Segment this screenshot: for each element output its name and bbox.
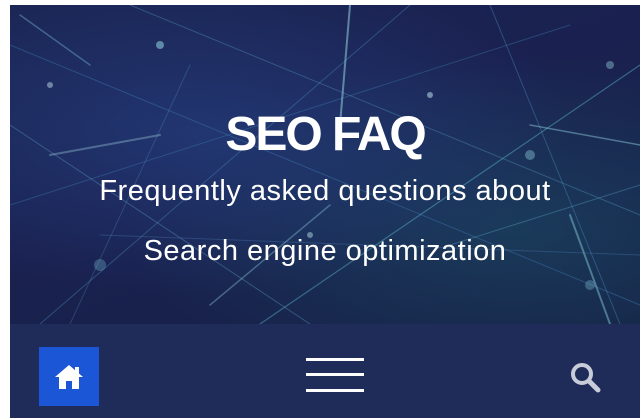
hamburger-menu-icon <box>306 358 364 361</box>
hamburger-menu-bar <box>306 389 364 392</box>
subtitle-line-2: Search engine optimization <box>143 235 507 267</box>
hero-banner: SEO FAQ Frequently asked questions about… <box>10 5 640 324</box>
home-icon <box>55 364 83 389</box>
hamburger-menu-button[interactable] <box>306 355 364 395</box>
subtitle-line-1: Frequently asked questions about <box>99 175 551 207</box>
page-frame: SEO FAQ Frequently asked questions about… <box>10 5 640 418</box>
home-button[interactable] <box>39 347 99 406</box>
search-icon <box>571 363 601 393</box>
bottom-navbar <box>10 324 640 418</box>
search-button[interactable] <box>568 360 604 396</box>
hamburger-menu-bar <box>306 373 364 376</box>
page-subtitle: Frequently asked questions about Search … <box>10 161 640 281</box>
page-title: SEO FAQ <box>225 108 426 162</box>
